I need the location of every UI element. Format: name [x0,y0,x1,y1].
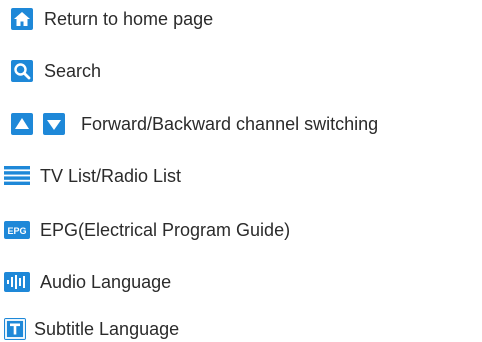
legend-item-audio-language: Audio Language [4,270,171,294]
legend-item-home: Return to home page [11,7,213,31]
epg-icon-text: EPG [7,226,26,236]
legend-item-channel-switch: Forward/Backward channel switching [11,112,378,136]
down-arrow-icon [43,113,65,135]
subtitle-t-icon [4,318,26,340]
legend-item-epg: EPG EPG(Electrical Program Guide) [4,218,290,242]
home-icon [11,8,33,30]
legend-label-subtitle-language: Subtitle Language [34,319,180,339]
legend-item-subtitle-language: Subtitle Language [4,317,179,341]
legend-label-epg: EPG(Electrical Program Guide) [40,220,291,240]
list-icon [4,165,30,187]
legend-label-tv-radio-list: TV List/Radio List [40,166,182,186]
legend-item-tv-radio-list: TV List/Radio List [4,164,181,188]
legend-label-search: Search [44,61,102,81]
legend-label-channel-switch: Forward/Backward channel switching [81,114,379,134]
legend-label-home: Return to home page [44,9,214,29]
up-arrow-icon [11,113,33,135]
audio-waveform-icon [4,272,30,292]
legend-label-audio-language: Audio Language [40,272,172,292]
legend-item-search: Search [11,59,101,83]
epg-icon: EPG [4,221,30,239]
search-icon [11,60,33,82]
